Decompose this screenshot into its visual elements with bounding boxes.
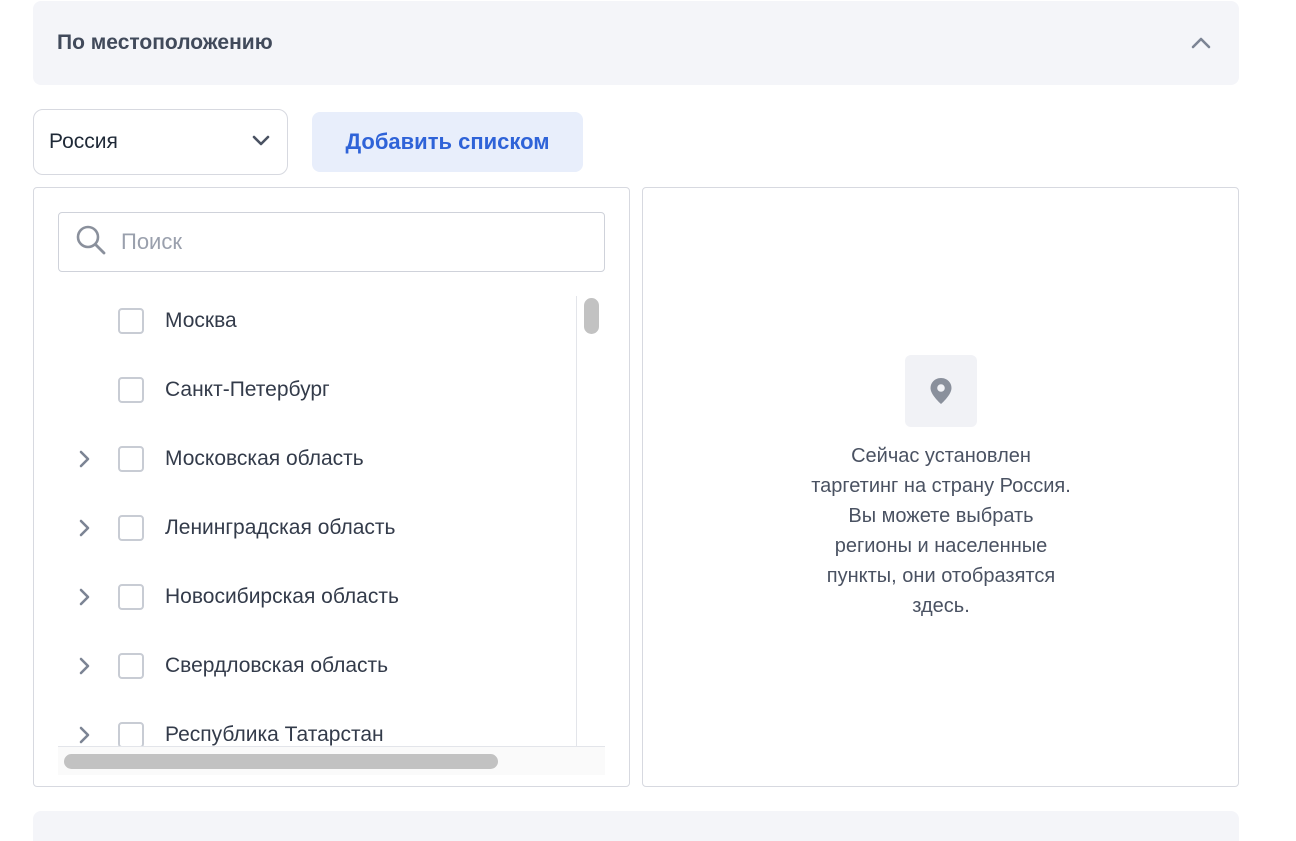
region-checkbox[interactable] <box>118 446 144 472</box>
empty-state-text: Сейчас установлен таргетинг на страну Ро… <box>811 445 1071 617</box>
chevron-right-icon[interactable] <box>74 449 94 469</box>
horizontal-scrollbar[interactable] <box>58 746 605 775</box>
section-title: По местоположению <box>57 31 273 54</box>
location-section-header[interactable]: По местоположению <box>33 1 1239 85</box>
region-list[interactable]: Москва Санкт-Петербург Московская область Л… <box>58 296 605 775</box>
chevron-right-icon[interactable] <box>74 656 94 676</box>
region-label: Новосибирская область <box>165 585 399 608</box>
country-select-value: Россия <box>49 130 118 153</box>
region-list-item[interactable]: Свердловская область <box>58 646 576 686</box>
region-checkbox[interactable] <box>118 584 144 610</box>
region-picker-panel: Москва Санкт-Петербург Московская область Л… <box>33 187 630 787</box>
region-label: Ленинградская область <box>165 516 396 539</box>
search-box[interactable] <box>58 212 605 272</box>
chevron-right-icon[interactable] <box>74 725 94 745</box>
region-list-item[interactable]: Новосибирская область <box>58 577 576 617</box>
search-icon <box>75 224 107 261</box>
region-list-item[interactable]: Санкт-Петербург <box>58 370 576 410</box>
vertical-scrollbar-thumb[interactable] <box>584 298 599 334</box>
region-list-item[interactable]: Ленинградская область <box>58 508 576 548</box>
region-label: Республика Татарстан <box>165 723 384 746</box>
region-checkbox[interactable] <box>118 653 144 679</box>
region-checkbox[interactable] <box>118 308 144 334</box>
selected-regions-panel: Сейчас установлен таргетинг на страну Ро… <box>642 187 1239 787</box>
chevron-right-icon[interactable] <box>74 587 94 607</box>
chevron-up-icon[interactable] <box>1187 29 1215 57</box>
horizontal-scrollbar-thumb[interactable] <box>64 754 498 769</box>
region-checkbox[interactable] <box>118 722 144 748</box>
region-checkbox[interactable] <box>118 377 144 403</box>
region-label: Москва <box>165 309 237 332</box>
country-select[interactable]: Россия <box>33 109 288 175</box>
region-label: Свердловская область <box>165 654 389 677</box>
chevron-down-icon <box>251 133 271 152</box>
map-pin-icon <box>905 355 977 427</box>
vertical-scrollbar[interactable] <box>576 296 605 746</box>
region-list-item[interactable]: Московская область <box>58 439 576 479</box>
next-section-header[interactable] <box>33 811 1239 841</box>
region-label: Санкт-Петербург <box>165 378 330 401</box>
region-label: Московская область <box>165 447 364 470</box>
search-input[interactable] <box>121 229 561 255</box>
chevron-right-icon[interactable] <box>74 518 94 538</box>
region-list-item[interactable]: Москва <box>58 301 576 341</box>
add-list-button[interactable]: Добавить списком <box>312 112 583 172</box>
region-checkbox[interactable] <box>118 515 144 541</box>
